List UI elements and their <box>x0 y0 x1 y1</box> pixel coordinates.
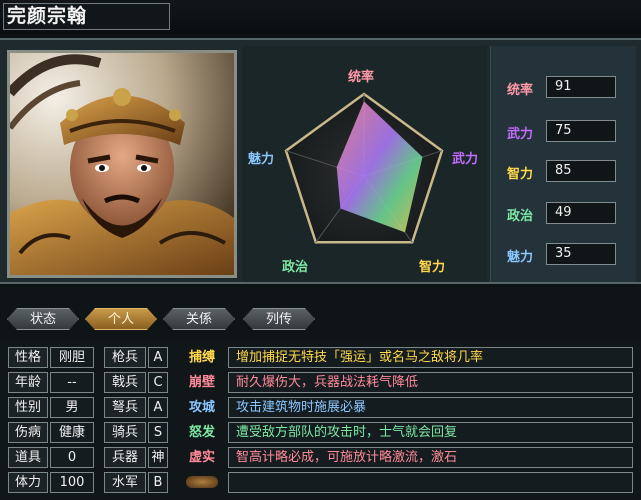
tab-bar: 状态 个人 关係 列传 <box>0 287 641 339</box>
aptitude-grade: A <box>148 397 168 418</box>
skill-name: 崩壁 <box>188 375 215 390</box>
stat-value: 35 <box>546 243 616 265</box>
personal-value: 男 <box>50 397 94 418</box>
skill-name: 虚实 <box>188 450 215 465</box>
personal-label: 性别 <box>8 397 48 418</box>
skill-name: 怒发 <box>188 425 215 440</box>
tab-relations[interactable]: 关係 <box>163 308 235 330</box>
personal-label: 年龄 <box>8 372 48 393</box>
stat-row-charm: 魅力 35 <box>491 243 637 267</box>
skill-empty-slot-icon <box>186 476 218 488</box>
personal-label: 伤病 <box>8 422 48 443</box>
aptitude-label: 水军 <box>104 472 146 493</box>
aptitude-label: 兵器 <box>104 447 146 468</box>
skill-desc: 攻击建筑物时施展必暴 <box>228 397 633 418</box>
personal-label: 性格 <box>8 347 48 368</box>
stat-value: 49 <box>546 202 616 224</box>
stat-label: 武力 <box>507 127 534 142</box>
stat-label: 政治 <box>507 209 534 224</box>
stat-label: 魅力 <box>507 250 534 265</box>
aptitude-grade: S <box>148 422 168 443</box>
skill-desc: 耐久爆伤大，兵器战法耗气降低 <box>228 372 633 393</box>
skill-desc-empty <box>228 472 633 493</box>
personal-value: -- <box>50 372 94 393</box>
skill-desc: 增加捕捉无特技「强运」或名马之敌将几率 <box>228 347 633 368</box>
portrait-image <box>10 53 234 275</box>
personal-value: 健康 <box>50 422 94 443</box>
stat-label: 智力 <box>507 167 534 182</box>
aptitude-label: 戟兵 <box>104 372 146 393</box>
tab-status[interactable]: 状态 <box>7 308 79 330</box>
tab-biography[interactable]: 列传 <box>243 308 315 330</box>
radar-label-bottom-left: 政治 <box>282 260 309 275</box>
stat-row-leadership: 统率 91 <box>491 76 637 100</box>
aptitude-grade: 神 <box>148 447 168 468</box>
stat-row-politics: 政治 49 <box>491 202 637 226</box>
personal-value: 刚胆 <box>50 347 94 368</box>
profile-panel: 统率 武力 智力 政治 魅力 统率 91 武力 75 智力 85 政治 49 魅… <box>0 38 641 284</box>
radar-label-left: 魅力 <box>248 152 275 167</box>
stat-row-war: 武力 75 <box>491 120 637 144</box>
personal-value: 0 <box>50 447 94 468</box>
general-name: 完颜宗翰 <box>3 3 170 30</box>
personal-label: 体力 <box>8 472 48 493</box>
aptitude-grade: C <box>148 372 168 393</box>
aptitude-grade: A <box>148 347 168 368</box>
aptitude-label: 枪兵 <box>104 347 146 368</box>
stat-row-intelligence: 智力 85 <box>491 160 637 184</box>
aptitude-label: 骑兵 <box>104 422 146 443</box>
skill-desc: 遭受敌方部队的攻击时，士气就会回复 <box>228 422 633 443</box>
radar-label-top: 统率 <box>348 70 375 85</box>
personal-info-table: 性格 刚胆 枪兵 A 捕缚 增加捕捉无特技「强运」或名马之敌将几率 年龄 -- … <box>0 339 641 500</box>
stat-label: 统率 <box>507 83 534 98</box>
tab-personal[interactable]: 个人 <box>85 308 157 330</box>
radar-chart: 统率 武力 智力 政治 魅力 <box>242 46 487 282</box>
skill-desc: 智高计略必成，可施放计略激流，激石 <box>228 447 633 468</box>
stat-value: 85 <box>546 160 616 182</box>
stat-value: 91 <box>546 76 616 98</box>
skill-name: 捕缚 <box>188 350 215 365</box>
title-bar: 完颜宗翰 <box>0 0 641 34</box>
radar-label-right: 武力 <box>452 152 479 167</box>
stat-value: 75 <box>546 120 616 142</box>
skill-name: 攻城 <box>188 400 215 415</box>
portrait <box>7 50 237 278</box>
aptitude-grade: B <box>148 472 168 493</box>
radar-label-bottom-right: 智力 <box>419 260 446 275</box>
personal-label: 道具 <box>8 447 48 468</box>
aptitude-label: 弩兵 <box>104 397 146 418</box>
stats-panel: 统率 91 武力 75 智力 85 政治 49 魅力 35 <box>490 46 636 282</box>
personal-value: 100 <box>50 472 94 493</box>
